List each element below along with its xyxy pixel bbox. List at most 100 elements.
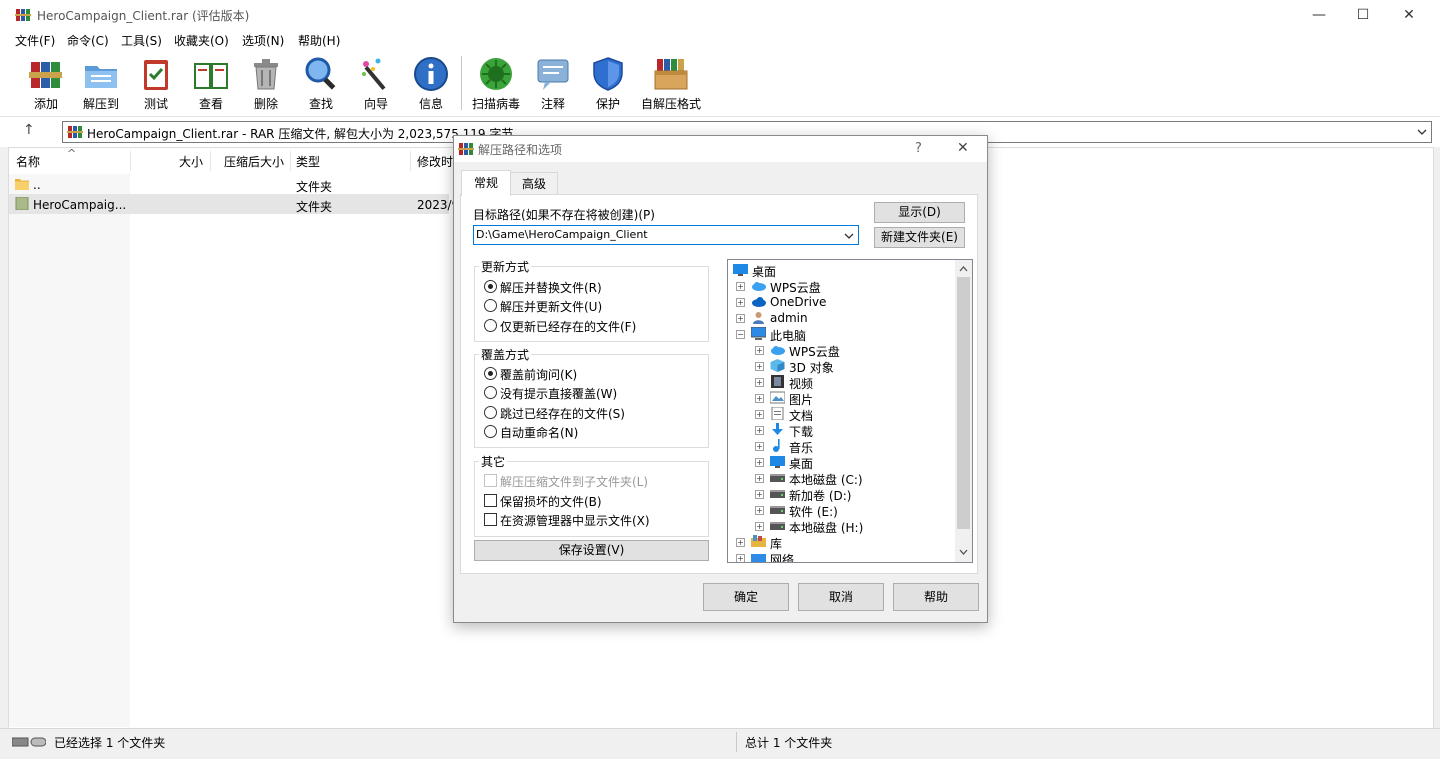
- protect-button[interactable]: 保护: [581, 53, 635, 113]
- tree-expander-icon[interactable]: +: [736, 314, 745, 323]
- cancel-button[interactable]: 取消: [798, 583, 884, 611]
- dialog-close-button[interactable]: ✕: [957, 140, 969, 156]
- radio-overwrite-without-prompt[interactable]: [484, 386, 497, 399]
- show-button[interactable]: 显示(D): [874, 202, 965, 223]
- new-folder-button[interactable]: 新建文件夹(E): [874, 227, 965, 248]
- radio-extract-update[interactable]: [484, 299, 497, 312]
- tab-advanced[interactable]: 高级: [510, 172, 558, 195]
- dialog-help-icon[interactable]: ?: [915, 141, 922, 156]
- tree-expander-icon[interactable]: +: [755, 506, 764, 515]
- tree-expander-icon[interactable]: +: [755, 426, 764, 435]
- tab-general[interactable]: 常规: [461, 170, 511, 196]
- tree-item-label: 图片: [789, 393, 814, 407]
- radio-ask-before-overwrite[interactable]: [484, 367, 497, 380]
- scroll-down-icon[interactable]: [959, 549, 968, 556]
- menu-tools[interactable]: 工具(S): [121, 32, 162, 49]
- scroll-up-icon[interactable]: [959, 265, 968, 272]
- column-packed-size[interactable]: 压缩后大小: [224, 153, 284, 170]
- radio-auto-rename[interactable]: [484, 425, 497, 438]
- folder-icon: [15, 197, 29, 210]
- tree-expander-icon[interactable]: +: [755, 362, 764, 371]
- tree-expander-icon[interactable]: +: [755, 394, 764, 403]
- tree-expander-icon[interactable]: +: [736, 554, 745, 562]
- column-separator[interactable]: [130, 151, 131, 171]
- checkbox-extract-to-subfolders[interactable]: [484, 474, 497, 487]
- extract-dialog: 解压路径和选项 ? ✕ 常规 高级 目标路径(如果不存在将被创建)(P) D:\…: [453, 135, 988, 623]
- tree-expander-icon[interactable]: +: [736, 538, 745, 547]
- menu-command[interactable]: 命令(C): [67, 32, 109, 49]
- menu-file[interactable]: 文件(F): [15, 32, 55, 49]
- tree-expander-icon[interactable]: +: [755, 458, 764, 467]
- scan-virus-button[interactable]: 扫描病毒: [469, 53, 523, 113]
- menu-help[interactable]: 帮助(H): [298, 32, 340, 49]
- radio-fresh-existing[interactable]: [484, 319, 497, 332]
- tree-item-label: admin: [770, 311, 808, 325]
- table-row[interactable]: .. 文件夹: [9, 174, 449, 194]
- magic-wand-icon: [362, 58, 386, 91]
- option-label: 跳过已经存在的文件(S): [500, 407, 625, 421]
- tree-rows: 桌面 + WPS云盘 + OneDrive + admin − 此电脑 + WPS云盘 +3D 对象 +…: [728, 262, 954, 562]
- help-button[interactable]: 帮助: [893, 583, 979, 611]
- drive-status-icon: [12, 737, 46, 747]
- column-type[interactable]: 类型: [296, 153, 320, 170]
- tree-expander-icon[interactable]: +: [736, 298, 745, 307]
- tree-expander-icon[interactable]: +: [755, 378, 764, 387]
- tree-expander-icon[interactable]: +: [755, 442, 764, 451]
- download-icon: [772, 423, 783, 435]
- rar-archive-icon: [67, 126, 83, 138]
- checkbox-keep-broken-files[interactable]: [484, 494, 497, 507]
- ok-button[interactable]: 确定: [703, 583, 789, 611]
- column-separator[interactable]: [410, 151, 411, 171]
- info-label: 信息: [418, 97, 443, 111]
- tree-scrollbar[interactable]: [955, 260, 972, 562]
- status-separator: [736, 732, 737, 752]
- overwrite-mode-title: 覆盖方式: [479, 346, 532, 363]
- info-button[interactable]: 信息: [404, 53, 458, 113]
- drive-icon: [770, 474, 785, 482]
- tree-expander-icon[interactable]: +: [736, 282, 745, 291]
- column-size[interactable]: 大小: [179, 153, 203, 170]
- tree-item-label: 桌面: [789, 457, 814, 471]
- radio-extract-replace[interactable]: [484, 280, 497, 293]
- dest-path-combobox[interactable]: D:\Game\HeroCampaign_Client: [473, 225, 859, 245]
- tree-expander-icon[interactable]: +: [755, 410, 764, 419]
- close-button[interactable]: ✕: [1386, 0, 1432, 30]
- column-separator[interactable]: [210, 151, 211, 171]
- sort-ascending-icon: ^: [67, 147, 77, 160]
- cloud-icon: [752, 282, 766, 291]
- tree-expander-icon[interactable]: −: [736, 330, 745, 339]
- dialog-title-bar: 解压路径和选项 ? ✕: [454, 136, 987, 162]
- tree-expander-icon[interactable]: +: [755, 490, 764, 499]
- tree-expander-icon[interactable]: +: [755, 346, 764, 355]
- tree-expander-icon[interactable]: +: [755, 474, 764, 483]
- maximize-button[interactable]: ☐: [1340, 0, 1386, 30]
- shield-icon: [593, 57, 623, 91]
- save-settings-button[interactable]: 保存设置(V): [474, 540, 709, 561]
- radio-skip-existing[interactable]: [484, 406, 497, 419]
- tree-item-label: WPS云盘: [770, 281, 821, 295]
- update-mode-title: 更新方式: [479, 258, 532, 275]
- checkbox-show-in-explorer[interactable]: [484, 513, 497, 526]
- chevron-down-icon[interactable]: [1417, 127, 1427, 137]
- drive-icon: [770, 522, 785, 530]
- drive-icon: [770, 490, 785, 498]
- tree-item-label: 本地磁盘 (H:): [789, 521, 864, 535]
- menu-options[interactable]: 选项(N): [242, 32, 284, 49]
- column-separator[interactable]: [290, 151, 291, 171]
- tree-expander-icon[interactable]: +: [755, 522, 764, 531]
- folder-tree[interactable]: 桌面 + WPS云盘 + OneDrive + admin − 此电脑 + WPS云盘 +3D 对象 +…: [727, 259, 973, 563]
- scroll-thumb[interactable]: [957, 277, 970, 529]
- tree-item-label: 软件 (E:): [789, 505, 838, 519]
- sfx-button[interactable]: 自解压格式: [641, 53, 701, 113]
- menu-favorites[interactable]: 收藏夹(O): [174, 32, 229, 49]
- library-icon: [751, 535, 766, 547]
- tree-item-label: OneDrive: [770, 295, 827, 309]
- minimize-button[interactable]: —: [1296, 0, 1342, 30]
- clipboard-test-icon: [144, 60, 168, 90]
- up-arrow-icon[interactable]: ↑: [23, 122, 35, 138]
- status-selected: 已经选择 1 个文件夹: [54, 736, 166, 750]
- column-modified[interactable]: 修改时: [417, 153, 453, 170]
- table-row[interactable]: HeroCampaig... 文件夹 2023/9: [9, 194, 459, 214]
- chevron-down-icon[interactable]: [844, 231, 854, 241]
- column-name[interactable]: 名称: [16, 153, 40, 170]
